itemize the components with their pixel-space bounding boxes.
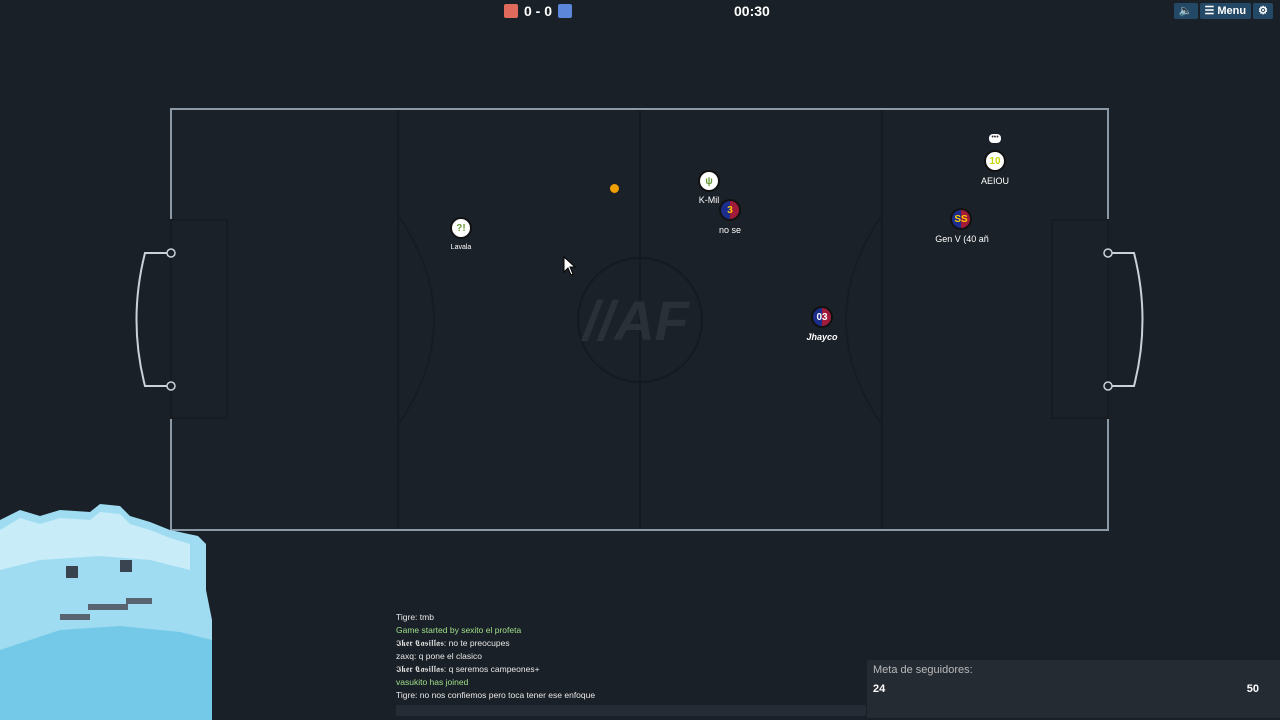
followers-goal-target: 50 — [1246, 683, 1259, 695]
chat-input[interactable] — [396, 705, 866, 716]
player-name: Gen V (40 añ — [935, 234, 989, 244]
chat-message: zaxq: q pone el clasico — [396, 651, 482, 661]
chat-log: Tigre: tmb Game started by sexito el pro… — [396, 611, 886, 702]
player-avatar: SS — [950, 208, 972, 230]
player-avatar: 03 — [811, 306, 833, 328]
player-name: K-Mil — [698, 195, 720, 205]
player-avatar: 3 — [719, 199, 741, 221]
player-avatar: 10 — [984, 150, 1006, 172]
player-name: Lavala — [450, 244, 472, 251]
chat-message: 𝕴𝖐𝖊𝖗 𝕮𝖆𝖘𝖎𝖑𝖑𝖆𝖘: q seremos campeones+ — [396, 664, 540, 674]
field-logo: //AF — [580, 289, 691, 352]
player-avatar: ?! — [450, 217, 472, 239]
chat-message: Tigre: tmb — [396, 612, 434, 622]
ball — [609, 183, 620, 194]
player-name: Jhayco — [806, 332, 838, 342]
followers-goal-current: 24 — [873, 683, 886, 695]
pixel-mascot-icon — [0, 504, 212, 720]
mouse-cursor-icon — [563, 256, 577, 276]
followers-goal-title: Meta de seguidores: — [873, 664, 973, 676]
chat-message: 𝕴𝖐𝖊𝖗 𝕮𝖆𝖘𝖎𝖑𝖑𝖆𝖘: no te preocupes — [396, 638, 510, 648]
chat-bubble-icon: ••• — [989, 134, 1001, 143]
player-name: no se — [718, 225, 742, 235]
followers-goal: Meta de seguidores: 24 50 — [867, 660, 1280, 718]
chat-message: Tigre: no nos confiemos pero toca tener … — [396, 690, 596, 700]
player-name: AEIOU — [980, 176, 1010, 186]
chat-message: vasukito has joined — [396, 677, 469, 687]
player-avatar: ψ — [698, 170, 720, 192]
chat-message: Game started by sexito el profeta — [396, 625, 522, 635]
